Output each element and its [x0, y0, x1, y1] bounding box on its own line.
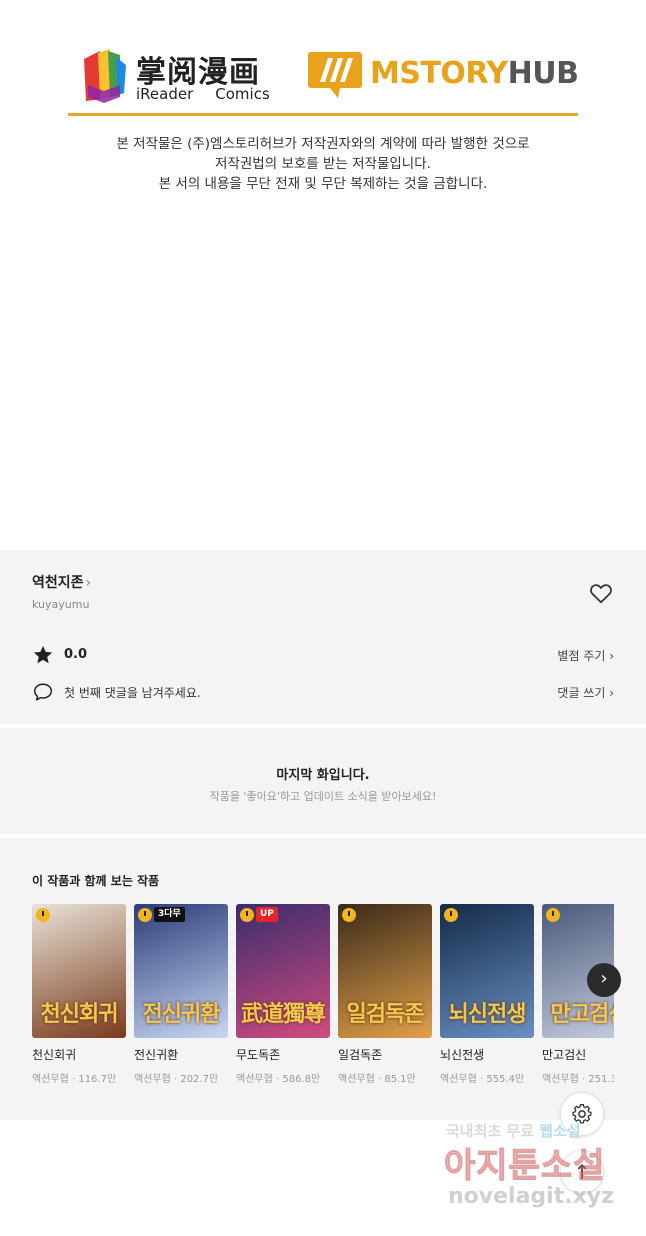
last-episode-title: 마지막 화입니다. [276, 768, 370, 783]
chevron-right-icon: › [85, 575, 92, 591]
rating-row: 0.0 별점 주기 › [32, 644, 614, 668]
rate-button[interactable]: 별점 주기 › [557, 647, 614, 664]
recommendations-heading: 이 작품과 함께 보는 작품 [32, 874, 160, 888]
comment-prompt: 첫 번째 댓글을 남겨주세요. [64, 686, 201, 700]
author-name: kuyayumu [32, 598, 90, 611]
card-meta: 액션무협 · 85.1만 [338, 1074, 416, 1085]
card-title: 만고검신 [542, 1048, 587, 1062]
star-icon [33, 645, 53, 664]
clock-badge-icon [546, 908, 560, 922]
card-title: 무도독존 [236, 1048, 281, 1062]
cover-title-art: 천신회귀 [40, 1002, 119, 1027]
speech-bubble-icon [34, 683, 52, 701]
status-badge: 3다무 [154, 907, 185, 922]
card-meta: 액션무협 · 586.8만 [236, 1074, 321, 1085]
status-badge: UP [256, 907, 278, 922]
cover-title-art: 뇌신전생 [448, 1002, 527, 1027]
cover-title-art: 武道獨尊 [240, 1002, 326, 1027]
notice-line: 저작권법의 보호를 받는 저작물입니다. [215, 156, 431, 172]
mstoryhub-mark-icon [308, 52, 362, 98]
card-meta: 액션무협 · 251.3만 [542, 1074, 614, 1085]
comment-row: 첫 번째 댓글을 남겨주세요. 댓글 쓰기 › [32, 680, 614, 704]
cover-title-art: 만고검신 [550, 1002, 614, 1027]
clock-badge-icon [138, 908, 152, 922]
cover-image: 3다무전신귀환 [134, 904, 228, 1038]
last-episode-panel: 마지막 화입니다. 작품을 '좋아요'하고 업데이트 소식을 받아보세요! [0, 728, 646, 834]
cover-title-art: 일검독존 [346, 1002, 425, 1027]
card-meta: 액션무협 · 202.7만 [134, 1074, 219, 1085]
cover-image: 뇌신전생 [440, 904, 534, 1038]
cover-image: 일검독존 [338, 904, 432, 1038]
clock-badge-icon [36, 908, 50, 922]
cover-image: UP 武道獨尊 [236, 904, 330, 1038]
copyright-notice: 본 저작물은 (주)엠스토리허브가 저작권자와의 계약에 따라 발행한 것으로 … [0, 134, 646, 194]
rating-value: 0.0 [64, 647, 88, 662]
clock-badge-icon [240, 908, 254, 922]
heart-icon[interactable] [588, 580, 614, 606]
watermark-brand: 아지툰소설 [443, 1146, 606, 1187]
ireader-book-icon [84, 49, 126, 103]
clock-badge-icon [342, 908, 356, 922]
carousel-next-button[interactable]: › [587, 963, 621, 997]
work-info-panel: 역천지존 › kuyayumu 0.0 별점 주기 › 첫 번째 댓글을 남겨주세… [0, 550, 646, 724]
recommendations-panel: 이 작품과 함께 보는 작품 천신회귀 천신회귀 액션무협 · 116.7만 3다무 전… [0, 838, 646, 1120]
site-watermark: 국내최초 무료 웹소설 아지툰소설 novelagit.xyz [440, 1120, 630, 1220]
cover-image: 천신회귀 [32, 904, 126, 1038]
watermark-url: novelagit.xyz [448, 1184, 614, 1209]
card-meta: 액션무협 · 555.4만 [440, 1074, 525, 1085]
mstoryhub-logo: MSTORYHUB [308, 52, 579, 98]
card-title: 천신회귀 [32, 1048, 77, 1062]
last-episode-subtitle: 작품을 '좋아요'하고 업데이트 소식을 받아보세요! [209, 790, 437, 803]
card-title: 일검독존 [338, 1048, 383, 1062]
ireader-english-name: iReader Comics [136, 85, 270, 103]
mstoryhub-wordmark: MSTORYHUB [370, 56, 579, 91]
card-meta: 액션무협 · 116.7만 [32, 1074, 117, 1085]
cover-title-art: 전신귀환 [142, 1002, 221, 1027]
recommendation-carousel: 천신회귀 천신회귀 액션무협 · 116.7만 3다무 전신귀환 전신귀환 액션무협 · 2… [32, 904, 614, 1094]
ireader-comics-logo: 掌阅漫画 iReader Comics [80, 45, 280, 105]
card-title: 전신귀환 [134, 1048, 179, 1062]
card-title: 뇌신전생 [440, 1048, 485, 1062]
notice-line: 본 서의 내용을 무단 전재 및 무단 복제하는 것을 금합니다. [158, 176, 488, 192]
notice-line: 본 저작물은 (주)엠스토리허브가 저작권자와의 계약에 따라 발행한 것으로 [116, 136, 530, 152]
publisher-banner: 掌阅漫画 iReader Comics MSTORYHUB 본 저작물은 (주)엠… [0, 0, 646, 550]
clock-badge-icon [444, 908, 458, 922]
write-comment-button[interactable]: 댓글 쓰기 › [557, 684, 614, 701]
banner-divider [68, 113, 578, 116]
work-title-link[interactable]: 역천지존 › [32, 572, 91, 592]
